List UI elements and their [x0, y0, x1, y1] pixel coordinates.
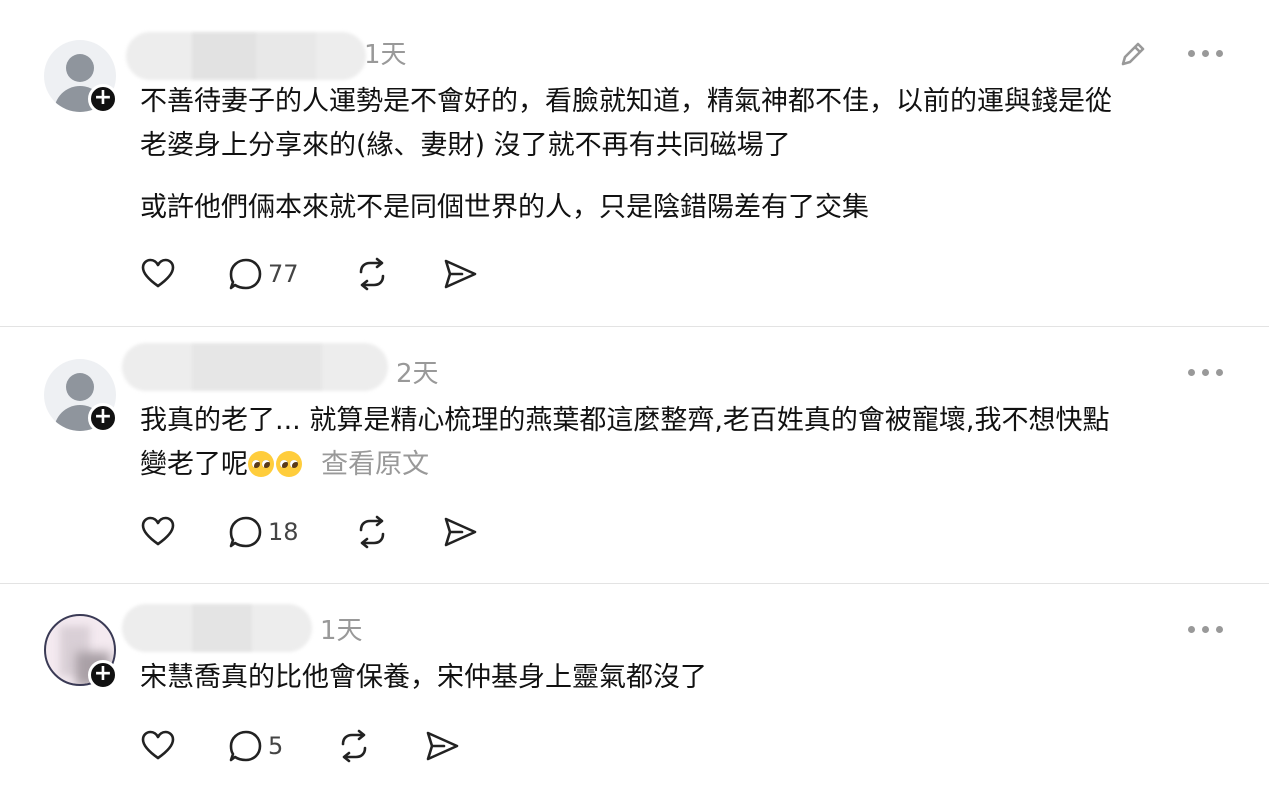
like-button[interactable] [140, 726, 176, 766]
pleading-face-icon [276, 451, 302, 477]
share-button[interactable] [442, 254, 478, 294]
pencil-icon[interactable] [1116, 37, 1150, 71]
heart-icon [141, 258, 175, 288]
repost-button[interactable] [354, 254, 390, 294]
send-icon [426, 731, 459, 761]
follow-plus-icon[interactable]: + [88, 660, 118, 690]
comment-post: + 2天 我真的老了... 就算是精心梳理的燕葉都這麼整齊,老百姓真的會被寵壞,… [0, 327, 1269, 584]
heart-icon [141, 730, 175, 760]
post-text: 我真的老了... 就算是精心梳理的燕葉都這麼整齊,老百姓真的會被寵壞,我不想快點… [140, 405, 1110, 480]
post-time: 1天 [320, 616, 363, 646]
reply-count: 5 [268, 732, 284, 760]
reply-count: 18 [268, 518, 299, 546]
comment-post: + 1天 不善待妻子的人運勢是不會好的，看臉就知道，精氣神都不佳，以前的運與錢是… [0, 0, 1269, 327]
heart-icon [141, 516, 175, 546]
send-icon [444, 259, 477, 289]
comment-icon [229, 516, 262, 548]
reply-button[interactable]: 18 [228, 512, 299, 552]
follow-plus-icon[interactable]: + [88, 84, 118, 114]
repost-icon [359, 515, 385, 549]
comment-icon [229, 258, 262, 290]
more-icon[interactable] [1186, 367, 1226, 379]
repost-icon [359, 257, 385, 291]
post-time: 1天 [364, 40, 407, 70]
post-time: 2天 [396, 359, 439, 389]
view-original-link[interactable]: 查看原文 [321, 449, 429, 480]
comment-feed: + 1天 不善待妻子的人運勢是不會好的，看臉就知道，精氣神都不佳，以前的運與錢是… [0, 0, 1269, 800]
send-icon [444, 517, 477, 547]
post-text: 不善待妻子的人運勢是不會好的，看臉就知道，精氣神都不佳，以前的運與錢是從 老婆身… [140, 86, 1112, 161]
comment-post: + 1天 宋慧喬真的比他會保養，宋仲基身上靈氣都沒了 5 [0, 584, 1269, 800]
reply-count: 77 [268, 260, 299, 288]
follow-plus-icon[interactable]: + [88, 403, 118, 433]
more-icon[interactable] [1186, 624, 1226, 636]
more-icon[interactable] [1186, 48, 1226, 60]
share-button[interactable] [424, 726, 460, 766]
reply-button[interactable]: 77 [228, 254, 299, 294]
reply-button[interactable]: 5 [228, 726, 283, 766]
like-button[interactable] [140, 512, 176, 552]
username-redacted [126, 32, 366, 80]
post-text: 宋慧喬真的比他會保養，宋仲基身上靈氣都沒了 [140, 662, 707, 693]
comment-icon [229, 730, 262, 762]
repost-icon [341, 729, 367, 763]
like-button[interactable] [140, 254, 176, 294]
share-button[interactable] [442, 512, 478, 552]
repost-button[interactable] [354, 512, 390, 552]
post-text: 或許他們倆本來就不是同個世界的人，只是陰錯陽差有了交集 [140, 192, 869, 223]
repost-button[interactable] [336, 726, 372, 766]
username-redacted [122, 343, 388, 391]
username-redacted [122, 604, 312, 652]
pleading-face-icon [248, 451, 274, 477]
